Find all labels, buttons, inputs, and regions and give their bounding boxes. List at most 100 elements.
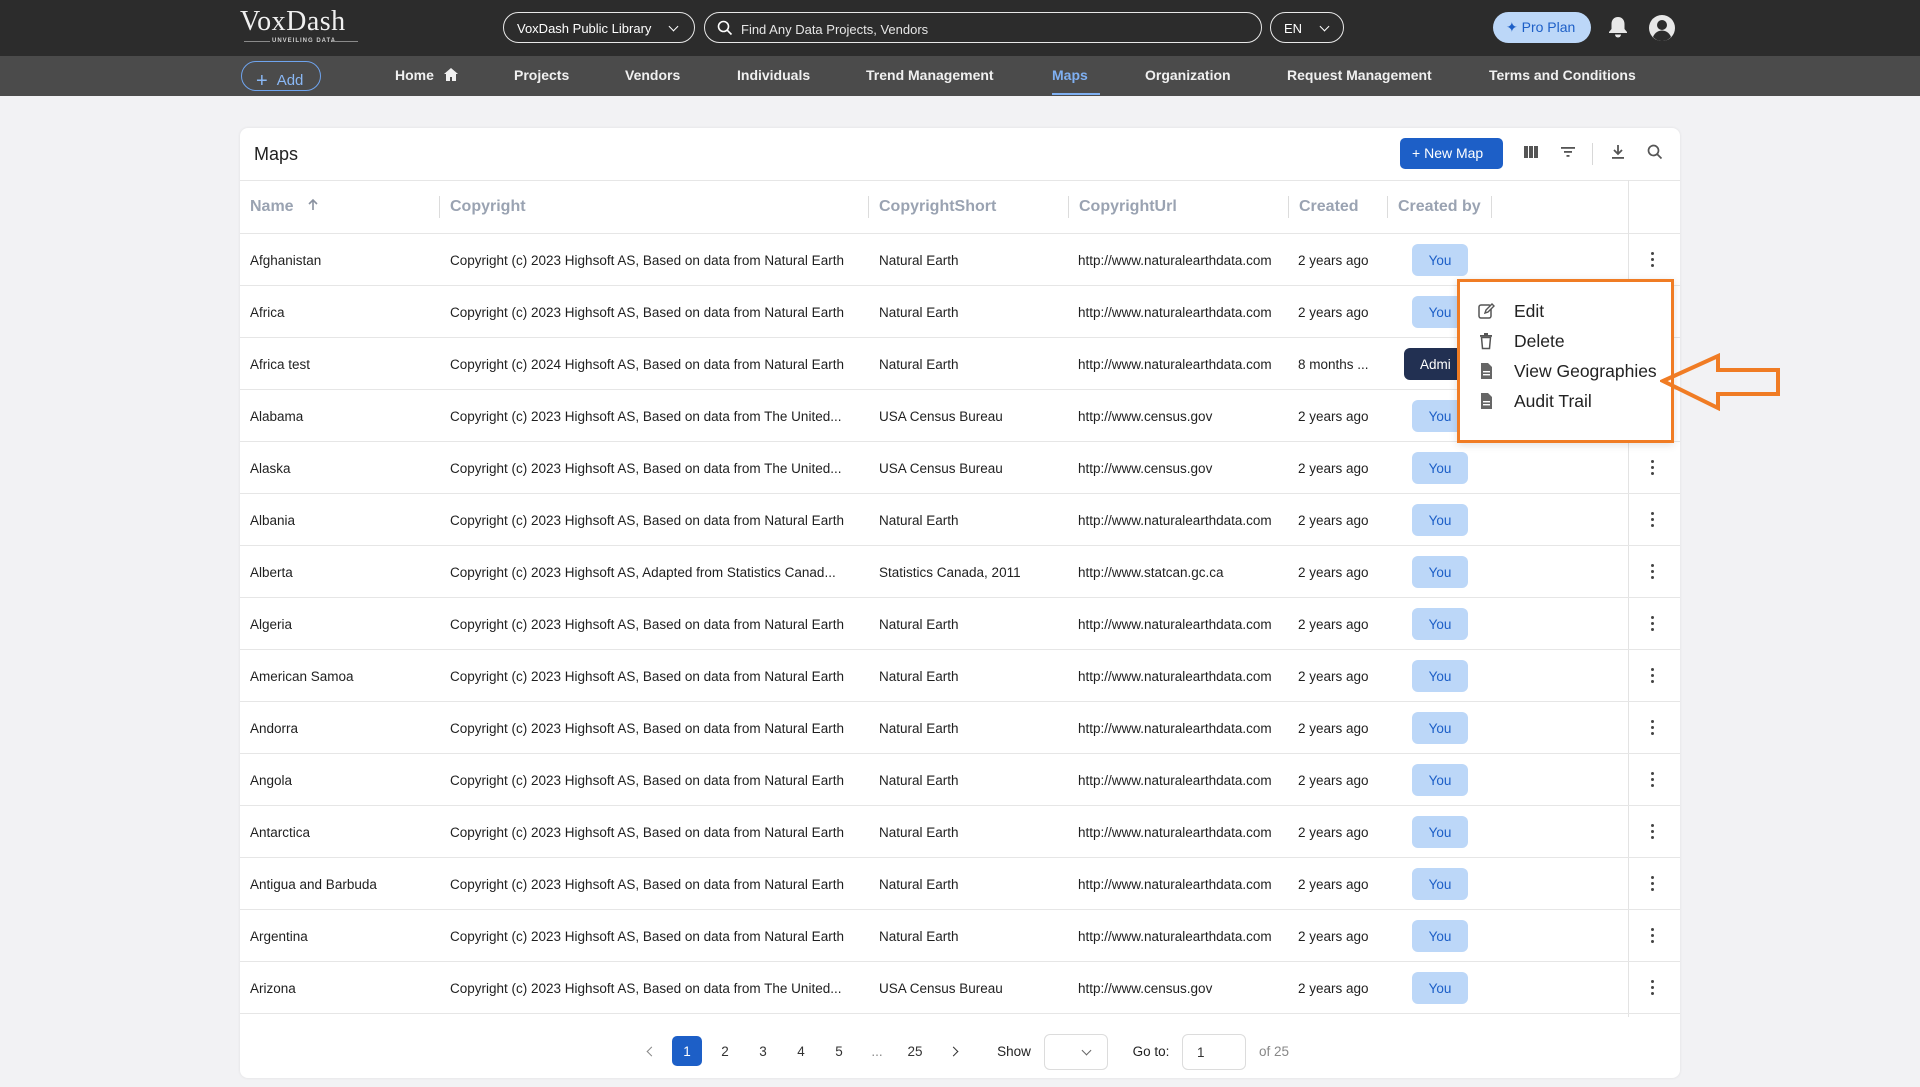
nav-individuals[interactable]: Individuals [737,67,810,83]
cell-name: Alabama [250,409,304,424]
column-header-copyright[interactable]: Copyright [450,198,526,216]
created-by-badge: You [1412,244,1468,276]
cell-url: http://www.census.gov [1078,461,1213,476]
menu-item-label: Audit Trail [1514,391,1592,411]
nav-request-management[interactable]: Request Management [1287,67,1432,83]
column-header-created-by[interactable]: Created by [1398,198,1481,216]
column-header-created[interactable]: Created [1299,198,1359,216]
cell-created: 2 years ago [1298,825,1369,840]
table-row[interactable]: Albania Copyright (c) 2023 Highsoft AS, B… [240,494,1680,546]
column-resize-handle[interactable] [868,196,869,218]
page-4-button[interactable]: 4 [786,1036,816,1066]
cell-name: Antarctica [250,825,311,840]
menu-item-view-geographies[interactable]: View Geographies [1474,356,1664,384]
more-actions-icon[interactable] [1649,928,1655,944]
new-map-button[interactable]: + New Map [1400,138,1503,169]
table-row[interactable]: Argentina Copyright (c) 2023 Highsoft AS,… [240,910,1680,962]
table-row[interactable]: Angola Copyright (c) 2023 Highsoft AS, Ba… [240,754,1680,806]
next-page-icon[interactable] [948,1046,959,1057]
prev-page-icon[interactable] [646,1046,657,1057]
columns-icon[interactable] [1522,143,1540,161]
created-by-badge: You [1412,556,1468,588]
cell-created: 2 years ago [1298,929,1369,944]
cell-short: USA Census Bureau [879,409,1003,424]
more-actions-icon[interactable] [1649,616,1655,632]
cell-short: Natural Earth [879,253,959,268]
more-actions-icon[interactable] [1649,668,1655,684]
goto-page-input[interactable]: 1 [1182,1034,1246,1070]
cell-copyright: Copyright (c) 2023 Highsoft AS, Based on… [450,461,842,476]
table-row[interactable]: Arizona Copyright (c) 2023 Highsoft AS, B… [240,962,1680,1014]
more-actions-icon[interactable] [1649,876,1655,892]
search-icon[interactable] [1646,143,1664,161]
table-row[interactable]: Alberta Copyright (c) 2023 Highsoft AS, A… [240,546,1680,598]
nav-home[interactable]: Home [395,67,458,83]
sparkle-icon: ✦ [1506,19,1518,35]
column-header-copyrighturl[interactable]: CopyrightUrl [1079,198,1177,216]
library-select[interactable]: VoxDash Public Library [503,12,695,43]
language-select[interactable]: EN [1270,12,1344,43]
table-row[interactable]: Algeria Copyright (c) 2023 Highsoft AS, B… [240,598,1680,650]
nav-vendors[interactable]: Vendors [625,67,680,83]
more-actions-icon[interactable] [1649,772,1655,788]
search-icon [717,20,733,36]
created-by-badge: You [1412,504,1468,536]
cell-name: Afghanistan [250,253,322,268]
cell-name: Antigua and Barbuda [250,877,377,892]
column-header-name[interactable]: Name [250,198,320,216]
more-actions-icon[interactable] [1649,564,1655,580]
column-resize-handle[interactable] [1491,196,1492,218]
user-avatar-icon[interactable] [1648,14,1676,42]
more-actions-icon[interactable] [1649,824,1655,840]
table-row[interactable]: Antarctica Copyright (c) 2023 Highsoft AS… [240,806,1680,858]
trash-icon [1480,333,1492,350]
more-actions-icon[interactable] [1649,720,1655,736]
more-actions-icon[interactable] [1649,460,1655,476]
nav-terms-and-conditions[interactable]: Terms and Conditions [1489,67,1636,83]
menu-item-delete[interactable]: Delete [1474,326,1664,354]
language-value: EN [1284,21,1303,36]
menu-item-edit[interactable]: Edit [1474,296,1664,324]
pro-plan-button[interactable]: ✦ Pro Plan [1493,12,1591,43]
nav-projects[interactable]: Projects [514,67,569,83]
cell-copyright: Copyright (c) 2023 Highsoft AS, Based on… [450,253,844,268]
table-row[interactable]: Andorra Copyright (c) 2023 Highsoft AS, B… [240,702,1680,754]
bell-icon[interactable] [1607,15,1629,39]
menu-item-audit-trail[interactable]: Audit Trail [1474,386,1664,414]
goto-label: Go to: [1132,1044,1170,1059]
cell-short: Natural Earth [879,617,959,632]
table-row[interactable]: Alaska Copyright (c) 2023 Highsoft AS, Ba… [240,442,1680,494]
cell-url: http://www.census.gov [1078,981,1213,996]
nav-organization[interactable]: Organization [1145,67,1231,83]
column-resize-handle[interactable] [1288,196,1289,218]
column-header-copyrightshort[interactable]: CopyrightShort [879,198,996,216]
page-3-button[interactable]: 3 [748,1036,778,1066]
table-row[interactable]: Antigua and Barbuda Copyright (c) 2023 Hi… [240,858,1680,910]
column-resize-handle[interactable] [439,196,440,218]
page-25-button[interactable]: 25 [900,1036,930,1066]
more-actions-icon[interactable] [1649,512,1655,528]
filter-icon[interactable] [1559,143,1577,161]
download-icon[interactable] [1609,143,1627,161]
page-5-button[interactable]: 5 [824,1036,854,1066]
total-pages-label: of 25 [1258,1044,1290,1059]
cell-copyright: Copyright (c) 2023 Highsoft AS, Based on… [450,929,844,944]
logo[interactable]: VoxDash UNVEILING DATA [240,8,370,48]
more-actions-icon[interactable] [1649,252,1655,268]
nav-maps[interactable]: Maps [1052,67,1088,83]
page-1-button[interactable]: 1 [672,1036,702,1066]
cell-short: Natural Earth [879,669,959,684]
column-resize-handle[interactable] [1387,196,1388,218]
cell-copyright: Copyright (c) 2023 Highsoft AS, Based on… [450,305,844,320]
cell-copyright: Copyright (c) 2023 Highsoft AS, Based on… [450,981,842,996]
page-2-button[interactable]: 2 [710,1036,740,1066]
page-size-select[interactable] [1044,1034,1108,1070]
cell-created: 2 years ago [1298,981,1369,996]
add-button[interactable]: + Add [241,61,321,92]
nav-trend-management[interactable]: Trend Management [866,67,994,83]
cell-copyright: Copyright (c) 2023 Highsoft AS, Based on… [450,669,844,684]
global-search-input[interactable]: Find Any Data Projects, Vendors [704,12,1262,43]
more-actions-icon[interactable] [1649,980,1655,996]
column-resize-handle[interactable] [1068,196,1069,218]
table-row[interactable]: American Samoa Copyright (c) 2023 Highsof… [240,650,1680,702]
